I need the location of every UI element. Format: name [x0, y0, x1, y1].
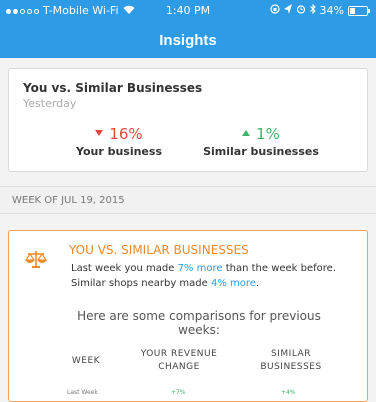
insight-summary: Last week you made 7% more than the week…: [71, 263, 337, 289]
highlight-similar-change: 4% more: [210, 278, 256, 289]
your-business-label: Your business: [75, 145, 162, 158]
page-title: Insights: [159, 32, 217, 49]
row-similar-change: +4%: [281, 389, 296, 396]
status-icons: 34%: [269, 0, 370, 22]
arrow-up-icon: [242, 129, 251, 136]
lock-rotation-icon: [269, 0, 280, 22]
similar-businesses-label: Similar businesses: [203, 145, 319, 158]
column-header-similar: SIMILAR BUSINESSES: [260, 349, 322, 372]
battery-percent: 34%: [319, 4, 344, 17]
status-bar: T-Mobile Wi-Fi 1:40 PM 34%: [0, 0, 376, 22]
scale-icon: [24, 249, 48, 268]
bluetooth-icon: [309, 0, 316, 22]
comparison-intro: Here are some comparisons for previous w…: [77, 309, 321, 337]
comparison-card[interactable]: You vs. Similar Businesses Yesterday 16%…: [8, 68, 368, 172]
arrow-down-icon: [95, 129, 104, 136]
battery-icon: [348, 6, 370, 16]
column-header-week: WEEK: [71, 356, 101, 366]
similar-businesses-value: 1%: [256, 125, 280, 143]
comparison-card-title: You vs. Similar Businesses: [23, 81, 203, 95]
similar-businesses-stat: 1% Similar businesses: [181, 125, 341, 158]
location-icon: [283, 0, 292, 22]
insight-card-title: YOU VS. SIMILAR BUSINESSES: [69, 243, 249, 257]
highlight-your-change: 7% more: [177, 263, 223, 274]
week-section-header: WEEK OF JUL 19, 2015: [0, 186, 376, 214]
row-revenue-change: +7%: [171, 389, 186, 396]
comparison-card-subtitle: Yesterday: [23, 97, 77, 110]
alarm-icon: [296, 0, 306, 22]
your-business-stat: 16% Your business: [39, 125, 199, 158]
column-header-revenue: YOUR REVENUE CHANGE: [140, 349, 218, 372]
row-week-label: Last Week: [67, 389, 98, 396]
app-header: T-Mobile Wi-Fi 1:40 PM 34% Insights: [0, 0, 376, 58]
your-business-value: 16%: [109, 125, 143, 143]
insight-card[interactable]: YOU VS. SIMILAR BUSINESSES Last week you…: [8, 230, 368, 402]
